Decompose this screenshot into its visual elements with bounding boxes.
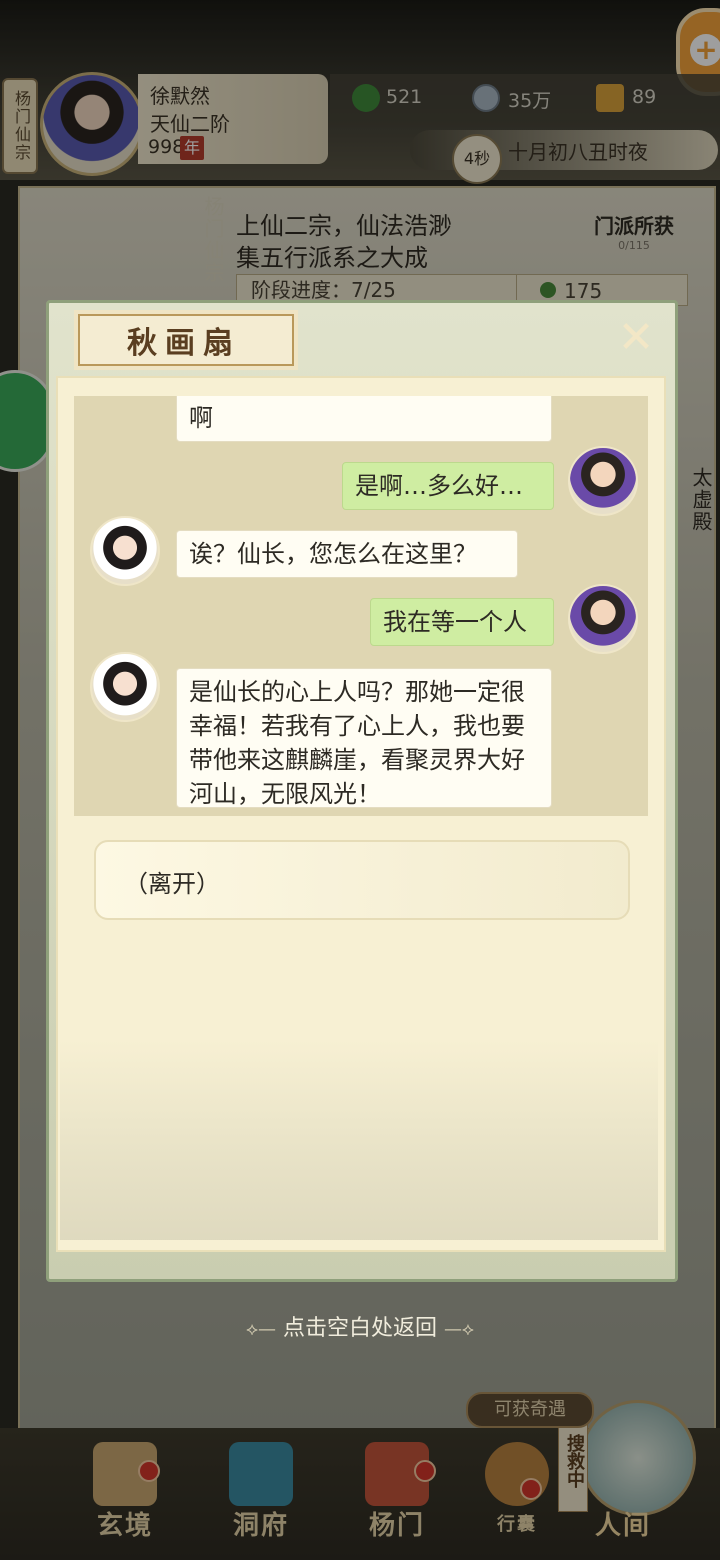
chat-bubble-player: 是啊…多么好…: [342, 462, 554, 510]
chat-bubble-npc: 是仙长的心上人吗？那她一定很幸福！若我有了心上人，我也要带他来这麒麟崖，看聚灵界…: [176, 668, 552, 808]
tap-to-return-hint: ⟡— 点击空白处返回 —⟡: [0, 1310, 720, 1342]
player-chat-avatar: [568, 584, 638, 654]
close-icon[interactable]: ✕: [612, 314, 660, 362]
npc-chat-avatar: [90, 652, 160, 722]
chat-bubble-npc: 啊: [176, 396, 552, 442]
player-chat-avatar: [568, 446, 638, 516]
tap-to-return-text: 点击空白处返回: [282, 1316, 437, 1341]
leave-choice-label: （离开）: [124, 870, 220, 898]
mountain-decoration: [60, 1040, 658, 1240]
chat-bubble-player: 我在等一个人: [370, 598, 554, 646]
chat-bubble-npc: 诶？仙长，您怎么在这里？: [176, 530, 518, 578]
npc-chat-avatar: [90, 516, 160, 586]
chat-log[interactable]: 啊 是啊…多么好… 诶？仙长，您怎么在这里？ 我在等一个人 是仙长的心上人吗？那…: [74, 396, 648, 816]
swirl-ornament-icon: ⟡—: [246, 1319, 276, 1340]
swirl-ornament-icon: —⟡: [444, 1319, 474, 1340]
dialog-title: 秋画扇: [127, 326, 241, 361]
